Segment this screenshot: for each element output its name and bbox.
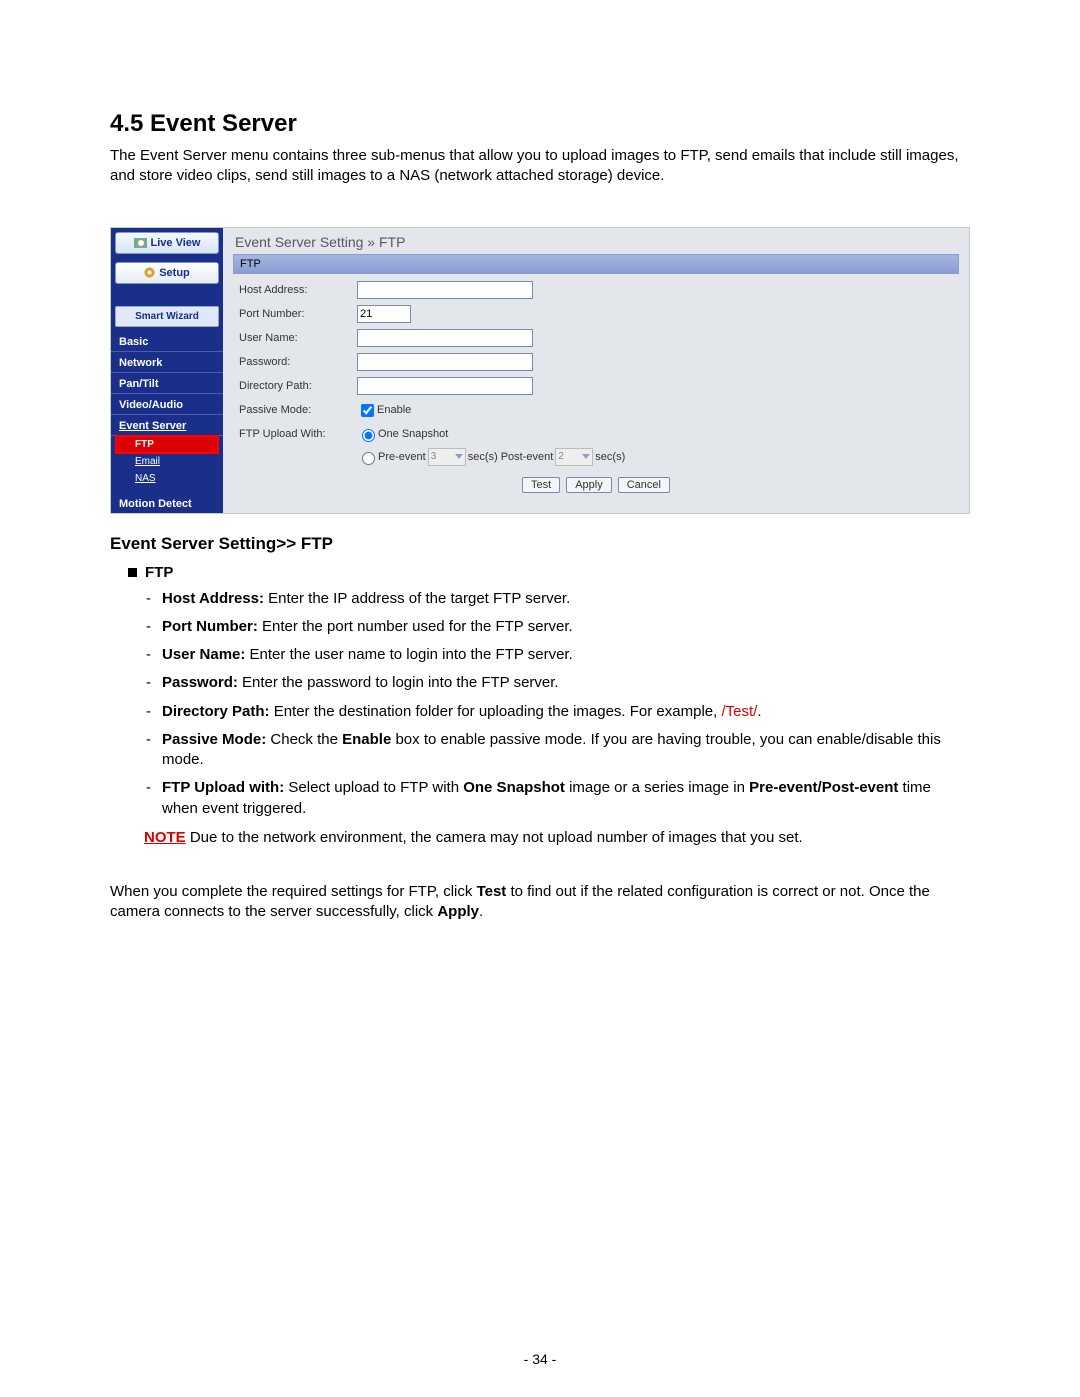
camera-icon bbox=[134, 238, 147, 248]
square-bullet-icon bbox=[128, 568, 137, 577]
password-label: Password: bbox=[239, 356, 357, 368]
host-address-label: Host Address: bbox=[239, 284, 357, 296]
outro-paragraph: When you complete the required settings … bbox=[110, 882, 970, 923]
desc-port: Port Number: Enter the port number used … bbox=[146, 617, 970, 637]
sidebar-item-motion-detect[interactable]: Motion Detect bbox=[111, 493, 223, 513]
panel-title: Event Server Setting » FTP bbox=[235, 234, 959, 250]
pre-post-event-radio[interactable] bbox=[362, 452, 375, 465]
desc-passive: Passive Mode: Check the Enable box to en… bbox=[146, 730, 970, 771]
setup-button[interactable]: Setup bbox=[115, 262, 219, 284]
desc-host: Host Address: Enter the IP address of th… bbox=[146, 589, 970, 609]
gear-icon bbox=[144, 267, 155, 278]
sidebar-item-pan-tilt[interactable]: Pan/Tilt bbox=[111, 373, 223, 394]
sidebar: Live View Setup Smart Wizard Basic Netwo… bbox=[111, 228, 223, 513]
passive-mode-checkbox[interactable] bbox=[361, 404, 374, 417]
directory-path-label: Directory Path: bbox=[239, 380, 357, 392]
sidebar-item-event-server[interactable]: Event Server bbox=[111, 415, 223, 436]
enable-label: Enable bbox=[377, 404, 411, 416]
one-snapshot-radio[interactable] bbox=[362, 429, 375, 442]
port-number-input[interactable] bbox=[357, 305, 411, 323]
intro-paragraph: The Event Server menu contains three sub… bbox=[110, 146, 970, 187]
directory-path-input[interactable] bbox=[357, 377, 533, 395]
secs-label-2: sec(s) bbox=[595, 451, 625, 463]
chevron-down-icon bbox=[582, 454, 590, 459]
host-address-input[interactable] bbox=[357, 281, 533, 299]
passive-mode-label: Passive Mode: bbox=[239, 404, 357, 416]
sidebar-sub-nas[interactable]: NAS bbox=[117, 471, 217, 486]
desc-user: User Name: Enter the user name to login … bbox=[146, 645, 970, 665]
ftp-bullet: FTP bbox=[128, 564, 970, 581]
apply-button[interactable]: Apply bbox=[566, 477, 612, 493]
ftp-bullet-label: FTP bbox=[145, 564, 173, 581]
config-screenshot: Live View Setup Smart Wizard Basic Netwo… bbox=[110, 227, 970, 514]
chevron-down-icon bbox=[455, 454, 463, 459]
password-input[interactable] bbox=[357, 353, 533, 371]
pre-event-select[interactable]: 3 bbox=[428, 448, 466, 466]
page-number: - 34 - bbox=[0, 1351, 1080, 1367]
sidebar-item-video-audio[interactable]: Video/Audio bbox=[111, 394, 223, 415]
port-number-label: Port Number: bbox=[239, 308, 357, 320]
ftp-upload-with-label: FTP Upload With: bbox=[239, 428, 357, 440]
pre-event-label: Pre-event bbox=[378, 451, 426, 463]
post-event-select[interactable]: 2 bbox=[555, 448, 593, 466]
panel-section-header: FTP bbox=[233, 254, 959, 274]
sidebar-sub-email[interactable]: Email bbox=[117, 454, 217, 469]
desc-dir: Directory Path: Enter the destination fo… bbox=[146, 702, 970, 722]
sidebar-sub-ftp[interactable]: FTP bbox=[117, 437, 217, 452]
user-name-label: User Name: bbox=[239, 332, 357, 344]
setup-label: Setup bbox=[159, 267, 190, 279]
test-button[interactable]: Test bbox=[522, 477, 560, 493]
note-line: NOTE Due to the network environment, the… bbox=[144, 829, 970, 846]
sidebar-item-network[interactable]: Network bbox=[111, 352, 223, 373]
settings-panel: Event Server Setting » FTP FTP Host Addr… bbox=[223, 228, 969, 513]
user-name-input[interactable] bbox=[357, 329, 533, 347]
desc-pass: Password: Enter the password to login in… bbox=[146, 673, 970, 693]
section-heading: 4.5 Event Server bbox=[110, 110, 970, 138]
smart-wizard-button[interactable]: Smart Wizard bbox=[115, 306, 219, 327]
secs-post-label: sec(s) Post-event bbox=[468, 451, 554, 463]
one-snapshot-label: One Snapshot bbox=[378, 428, 448, 440]
sidebar-item-basic[interactable]: Basic bbox=[111, 331, 223, 352]
desc-upload: FTP Upload with: Select upload to FTP wi… bbox=[146, 778, 970, 819]
live-view-button[interactable]: Live View bbox=[115, 232, 219, 254]
subheading: Event Server Setting>> FTP bbox=[110, 534, 970, 554]
live-view-label: Live View bbox=[151, 237, 201, 249]
cancel-button[interactable]: Cancel bbox=[618, 477, 670, 493]
